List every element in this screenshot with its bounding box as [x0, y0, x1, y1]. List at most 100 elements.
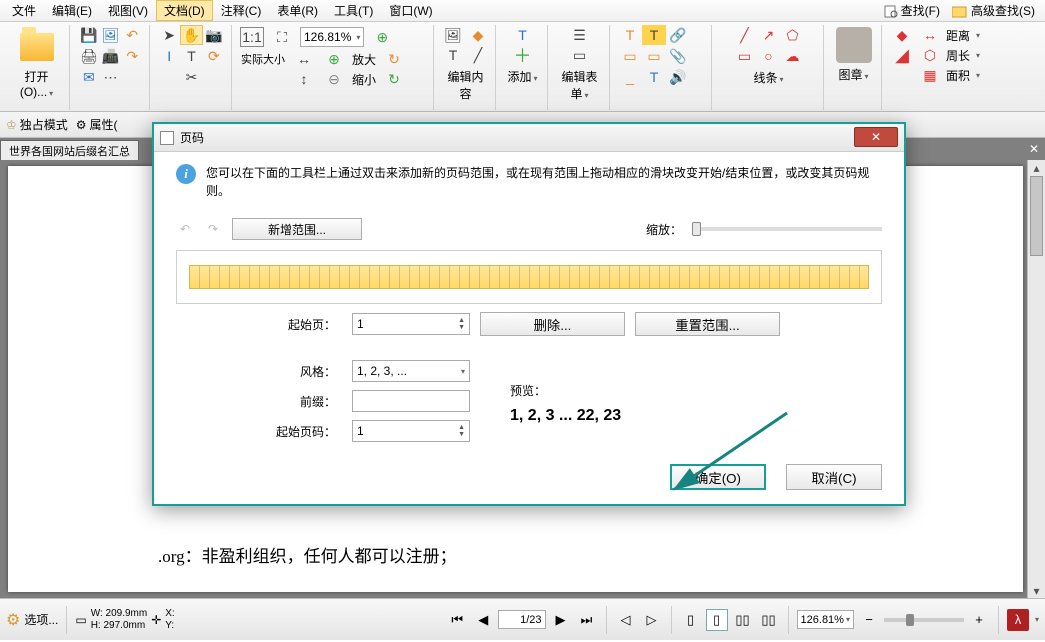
scan-icon[interactable]: 📠	[100, 46, 122, 66]
underline-icon[interactable]: _	[618, 67, 642, 87]
scroll-down-icon[interactable]: ▾	[1028, 583, 1045, 598]
zoom-in-status-icon[interactable]: +	[968, 609, 990, 631]
add-plus-icon[interactable]: ＋	[511, 45, 535, 65]
polygon-icon[interactable]: ⬠	[781, 25, 805, 45]
vertical-scrollbar[interactable]: ▴ ▾	[1027, 160, 1045, 598]
eraser2-icon[interactable]: ◢	[890, 45, 914, 65]
image-tool-icon[interactable]: 🖼	[442, 25, 464, 45]
menu-file[interactable]: 文件	[4, 0, 44, 21]
zoom-out-icon[interactable]: ⊖	[322, 69, 346, 89]
menu-document[interactable]: 文档(D)	[156, 0, 213, 21]
layout-single-icon[interactable]: ▯	[680, 609, 702, 631]
image-icon[interactable]: 🖼	[100, 25, 122, 45]
line-icon[interactable]: ╱	[733, 25, 757, 45]
style-select[interactable]: 1, 2, 3, ...▾	[352, 360, 470, 382]
zoom-combo[interactable]: 126.81%▾	[300, 27, 364, 47]
form-top-icon[interactable]: ☰	[568, 25, 592, 45]
status-zoom-combo[interactable]: 126.81%▾	[797, 610, 854, 629]
reset-range-button[interactable]: 重置范围...	[635, 312, 780, 336]
first-page-icon[interactable]: ⏮	[446, 609, 468, 631]
properties-button[interactable]: ⚙ 属性(	[76, 116, 118, 133]
print-icon[interactable]: 🖨	[78, 46, 100, 66]
rect-icon[interactable]: ▭	[733, 46, 757, 66]
mail-icon[interactable]: ✉	[78, 67, 100, 87]
start-page-input[interactable]: 1▲▼	[352, 313, 470, 335]
attach-icon[interactable]: 📎	[666, 46, 690, 66]
cursor-icon[interactable]: ➤	[158, 25, 180, 45]
highlight-icon[interactable]: T	[618, 25, 642, 45]
last-page-icon[interactable]: ⏭	[576, 609, 598, 631]
zoom-in-round-icon[interactable]: ⊕	[370, 27, 394, 47]
distance-label[interactable]: 距离	[946, 27, 970, 44]
gear-icon[interactable]: ⚙	[6, 610, 20, 630]
fit-width-icon[interactable]: ↔	[292, 49, 316, 69]
open-folder-icon[interactable]	[20, 33, 54, 61]
sound-icon[interactable]: 🔊	[666, 67, 690, 87]
ok-button[interactable]: 确定(O)	[670, 464, 766, 490]
dlg-zoom-slider[interactable]	[692, 227, 882, 231]
actual-size-icon[interactable]: 1:1	[240, 27, 264, 47]
save-icon[interactable]: 💾	[78, 25, 100, 45]
menu-tool[interactable]: 工具(T)	[326, 0, 381, 21]
layout-continuous-icon[interactable]: ▯	[706, 609, 728, 631]
next-page-icon[interactable]: ▶	[550, 609, 572, 631]
zoom-slider[interactable]	[884, 618, 964, 622]
area-label[interactable]: 面积	[946, 67, 970, 84]
zoom-out-label[interactable]: 缩小	[352, 71, 376, 88]
scroll-thumb[interactable]	[1030, 176, 1043, 256]
add-range-button[interactable]: 新增范围...	[232, 218, 362, 240]
note-icon[interactable]: T	[642, 25, 666, 45]
nav-fwd-icon[interactable]: ▷	[641, 609, 663, 631]
redo-icon[interactable]: ↷	[121, 46, 143, 66]
typewriter-icon[interactable]: T	[642, 67, 666, 87]
dialog-titlebar[interactable]: 页码 ✕	[154, 124, 904, 152]
arrow-icon[interactable]: ↗	[757, 25, 781, 45]
tab-close-icon[interactable]: ✕	[1025, 140, 1043, 158]
layout-two-icon[interactable]: ▯▯	[732, 609, 754, 631]
scroll-up-icon[interactable]: ▴	[1028, 160, 1045, 175]
dots-icon[interactable]: ⋯	[100, 67, 122, 87]
cut-icon[interactable]: ✂	[180, 67, 202, 87]
menu-edit[interactable]: 编辑(E)	[44, 0, 100, 21]
dialog-close-button[interactable]: ✕	[854, 127, 898, 147]
text-tool-icon[interactable]: T	[442, 45, 464, 65]
zoom-in-icon[interactable]: ⊕	[322, 49, 346, 69]
find-button[interactable]: 查找(F)	[878, 2, 946, 19]
nav-back-icon[interactable]: ◁	[615, 609, 637, 631]
menu-form[interactable]: 表单(R)	[269, 0, 326, 21]
callout-icon[interactable]: ▭	[642, 46, 666, 66]
cancel-button[interactable]: 取消(C)	[786, 464, 882, 490]
dlg-redo-icon[interactable]: ↷	[204, 222, 222, 236]
edit-content-label[interactable]: 编辑内容	[442, 68, 489, 102]
layout-two-cont-icon[interactable]: ▯▯	[758, 609, 780, 631]
area-icon[interactable]: ▦	[918, 65, 942, 85]
cloud-icon[interactable]: ☁	[781, 46, 805, 66]
page-number-input[interactable]: 1 / 23	[498, 610, 545, 629]
open-label[interactable]: 打开(O)...	[20, 70, 49, 99]
rotate-icon[interactable]: ⟳	[203, 46, 225, 66]
prefix-input[interactable]	[352, 390, 470, 412]
menu-view[interactable]: 视图(V)	[100, 0, 156, 21]
start-num-input[interactable]: 1▲▼	[352, 420, 470, 442]
form-field-icon[interactable]: ▭	[568, 45, 592, 65]
lines-label[interactable]: 线条	[753, 71, 777, 85]
zoom-out-status-icon[interactable]: −	[858, 609, 880, 631]
add-label[interactable]: 添加	[507, 70, 531, 84]
menu-window[interactable]: 窗口(W)	[381, 0, 440, 21]
refresh2-icon[interactable]: ↻	[382, 69, 406, 89]
fit-height-icon[interactable]: ↕	[292, 69, 316, 89]
refresh-icon[interactable]: ↻	[382, 49, 406, 69]
zoom-in-label[interactable]: 放大	[352, 51, 376, 68]
document-tab[interactable]: 世界各国网站后缀名汇总	[0, 140, 139, 160]
perimeter-icon[interactable]: ⬡	[918, 45, 942, 65]
text-select-icon[interactable]: I	[158, 46, 180, 66]
link-icon[interactable]: 🔗	[666, 25, 690, 45]
prev-page-icon[interactable]: ◀	[472, 609, 494, 631]
eraser-icon[interactable]: ◆	[890, 25, 914, 45]
adv-find-button[interactable]: 高级查找(S)	[946, 2, 1041, 19]
distance-icon[interactable]: ↔	[918, 25, 942, 45]
fit-page-icon[interactable]: ⛶	[270, 27, 294, 47]
text-region-icon[interactable]: T	[180, 46, 202, 66]
line-tool-icon[interactable]: ╱	[467, 45, 489, 65]
circle-icon[interactable]: ○	[757, 46, 781, 66]
